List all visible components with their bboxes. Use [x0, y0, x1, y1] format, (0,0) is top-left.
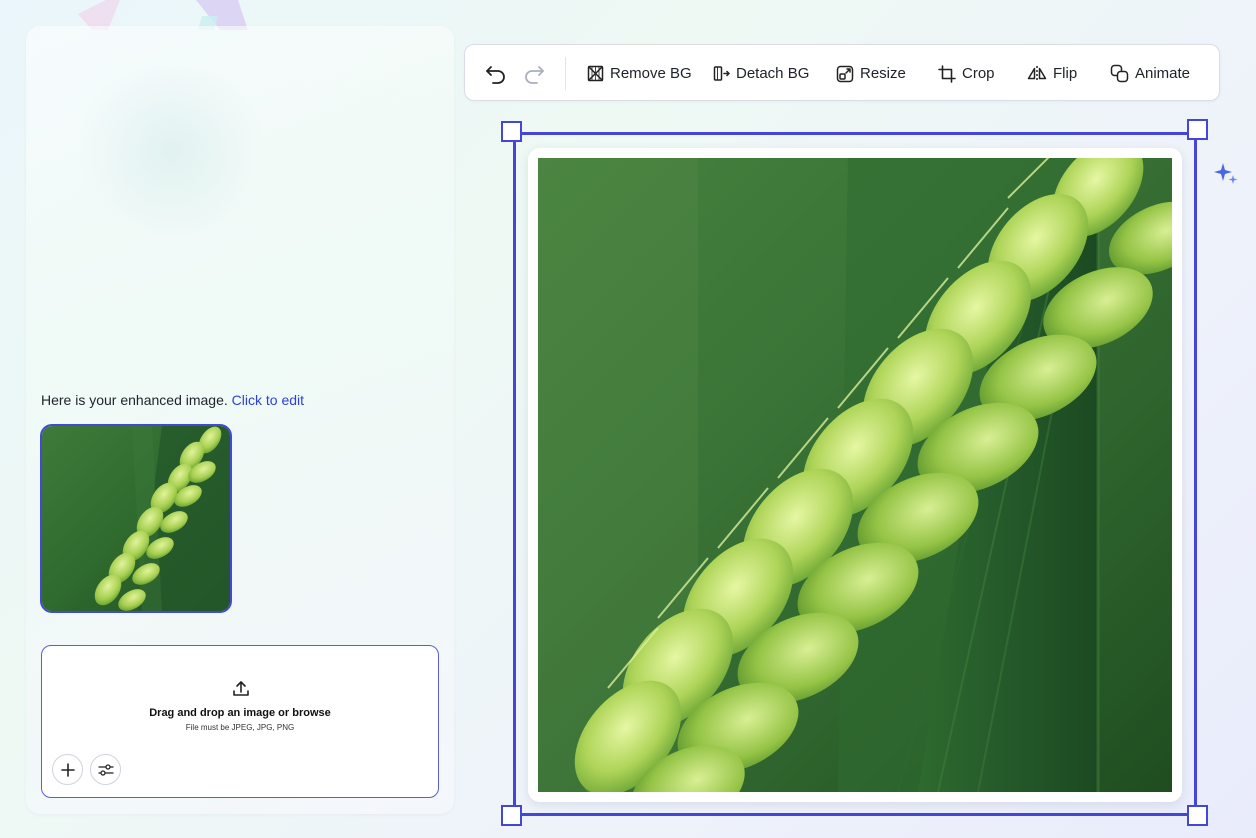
plus-icon: [60, 762, 75, 777]
crop-icon: [938, 64, 956, 83]
settings-button[interactable]: [90, 754, 121, 785]
remove-bg-label: Remove BG: [610, 65, 692, 82]
canvas-image[interactable]: [538, 158, 1172, 792]
resize-handle-bottom-left[interactable]: [501, 805, 522, 826]
detach-bg-label: Detach BG: [736, 65, 810, 82]
remove-bg-button[interactable]: Remove BG: [587, 45, 692, 102]
toolbar-divider: [565, 57, 566, 90]
message-text: Here is your enhanced image.: [41, 392, 228, 408]
undo-icon: [486, 65, 505, 84]
resize-label: Resize: [860, 65, 906, 82]
sparkle-icon[interactable]: [1212, 160, 1240, 188]
upload-subtitle: File must be JPEG, JPG, PNG: [185, 723, 295, 732]
animate-label: Animate: [1135, 65, 1191, 82]
animate-icon: [1110, 64, 1129, 83]
detach-bg-icon: [713, 66, 730, 81]
redo-button[interactable]: [523, 45, 551, 102]
wheat-image: [538, 158, 1172, 792]
flip-button[interactable]: Flip: [1027, 45, 1077, 102]
wheat-image: [42, 426, 230, 611]
flip-label: Flip: [1053, 65, 1078, 82]
crop-label: Crop: [962, 65, 995, 82]
upload-icon: [233, 681, 249, 696]
sliders-icon: [97, 763, 114, 776]
background-blur: [66, 66, 276, 236]
undo-button[interactable]: [485, 45, 513, 102]
assistant-message: Here is your enhanced image. Click to ed…: [41, 392, 304, 408]
resize-icon: [836, 65, 854, 82]
upload-title: Drag and drop an image or browse: [149, 707, 331, 719]
resize-handle-top-left[interactable]: [501, 121, 522, 142]
detach-bg-button[interactable]: Detach BG: [713, 45, 809, 102]
flip-icon: [1027, 66, 1047, 81]
animate-button[interactable]: Animate: [1110, 45, 1190, 102]
resize-handle-top-right[interactable]: [1187, 119, 1208, 140]
click-to-edit-link[interactable]: Click to edit: [232, 392, 304, 408]
add-button[interactable]: [52, 754, 83, 785]
enhanced-image-thumbnail[interactable]: [40, 424, 232, 613]
remove-bg-icon: [587, 65, 604, 82]
redo-icon: [525, 65, 544, 84]
resize-button[interactable]: Resize: [836, 45, 906, 102]
upload-dropzone[interactable]: Drag and drop an image or browse File mu…: [41, 645, 439, 798]
crop-button[interactable]: Crop: [938, 45, 995, 102]
edit-toolbar: Remove BG Detach BG Resize Crop Flip Ani…: [464, 44, 1220, 101]
resize-handle-bottom-right[interactable]: [1187, 805, 1208, 826]
